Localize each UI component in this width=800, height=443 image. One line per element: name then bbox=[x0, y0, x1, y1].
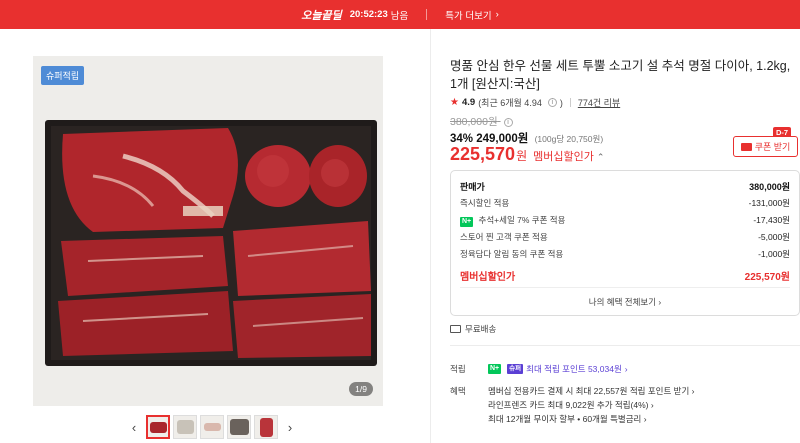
timer-suffix: 남음 bbox=[390, 10, 409, 22]
breakdown-final-row: 멤버십할인가 225,570원 bbox=[460, 268, 790, 283]
get-coupon-button[interactable]: 쿠폰 받기 bbox=[733, 136, 798, 157]
points-text: 최대 적립 포인트 53,034원 bbox=[526, 364, 622, 374]
star-icon: ★ bbox=[450, 97, 459, 108]
breakdown-row: N+ 추석+세일 7% 쿠폰 적용 -17,430원 bbox=[460, 214, 790, 227]
member-price-label: 멤버십할인가 bbox=[533, 151, 594, 163]
breakdown-label: 추석+세일 7% 쿠폰 적용 bbox=[478, 215, 566, 225]
shipping-label: 무료배송 bbox=[465, 324, 497, 334]
banner-divider bbox=[426, 9, 428, 20]
today-deal-badge: 오늘끝딜 bbox=[301, 9, 342, 22]
benefit-item[interactable]: 라인프렌즈 카드 최대 9,022원 추가 적립(4%) › bbox=[488, 399, 654, 411]
product-card: 슈퍼적립 1/9 ‹ › 명품 안심 한우 선물 세트 투뿔 소고기 설 추석 … bbox=[0, 29, 800, 443]
breakdown-value: -17,430원 bbox=[753, 215, 790, 225]
truck-icon bbox=[450, 325, 461, 333]
meat-gift-set-image bbox=[33, 56, 383, 406]
thumbnail-strip: ‹ › bbox=[125, 415, 299, 439]
rating-detail: (최근 6개월 4.94 bbox=[478, 98, 542, 108]
benefits-label: 혜택 bbox=[450, 386, 466, 396]
breakdown-value: 380,000원 bbox=[749, 182, 790, 192]
member-price-value: 225,570 bbox=[450, 144, 516, 164]
rating-score: 4.9 bbox=[461, 97, 476, 108]
image-counter: 1/9 bbox=[349, 382, 373, 396]
original-price-value: 380,000원 bbox=[450, 116, 498, 128]
coupon-label: 쿠폰 받기 bbox=[754, 142, 791, 152]
deal-banner[interactable]: 오늘끝딜 20:52:23 남음 특가 더보기 › bbox=[0, 0, 800, 29]
chevron-right-icon: › bbox=[624, 364, 628, 374]
breakdown-divider bbox=[460, 287, 790, 288]
product-title: 명품 안심 한우 선물 세트 투뿔 소고기 설 추석 명절 다이아, 1.2kg… bbox=[450, 59, 791, 91]
section-divider bbox=[450, 345, 800, 346]
points-label: 적립 bbox=[450, 364, 466, 374]
breakdown-label: 정육담다 알림 동의 쿠폰 적용 bbox=[460, 249, 564, 259]
naver-plus-badge: N+ bbox=[488, 364, 502, 374]
chevron-up-icon: ⌃ bbox=[596, 152, 605, 162]
naver-plus-badge: N+ bbox=[460, 217, 474, 227]
deal-timer: 20:52:23 bbox=[349, 9, 388, 20]
price-breakdown-box: 판매가 380,000원 즉시할인 적용 -131,000원 N+ 추석+세일 … bbox=[450, 170, 800, 316]
info-icon[interactable]: i bbox=[547, 98, 557, 107]
breakdown-label: 판매가 bbox=[460, 182, 485, 192]
thumbnail-2[interactable] bbox=[173, 415, 197, 439]
final-value: 225,570원 bbox=[744, 272, 790, 283]
breakdown-label-group: N+ 추석+세일 7% 쿠폰 적용 bbox=[460, 214, 565, 227]
rating-summary: ★ 4.9 (최근 6개월 4.94 i ) 774건 리뷰 bbox=[450, 96, 620, 109]
thumbnail-3[interactable] bbox=[200, 415, 224, 439]
view-all-benefits-link[interactable]: 나의 혜택 전체보기 › bbox=[451, 296, 799, 308]
rating-divider bbox=[569, 98, 571, 107]
final-label: 멤버십할인가 bbox=[460, 272, 516, 283]
more-deals-link[interactable]: 특가 더보기 › bbox=[445, 8, 499, 22]
original-price: 380,000원 i bbox=[450, 114, 513, 129]
super-reward-tag: 슈퍼적립 bbox=[41, 66, 85, 85]
max-points-link[interactable]: N+ 슈퍼 최대 적립 포인트 53,034원 › bbox=[488, 363, 628, 375]
thumbnail-1[interactable] bbox=[146, 415, 170, 439]
chevron-left-icon[interactable]: ‹ bbox=[125, 420, 143, 435]
breakdown-value: -1,000원 bbox=[758, 249, 790, 259]
breakdown-row: 정육담다 알림 동의 쿠폰 적용 -1,000원 bbox=[460, 248, 790, 260]
breakdown-row: 즉시할인 적용 -131,000원 bbox=[460, 197, 790, 209]
benefit-item[interactable]: 멤버십 전용카드 결제 시 최대 22,557원 적립 포인트 받기 › bbox=[488, 385, 695, 397]
benefit-item[interactable]: 최대 12개월 무이자 할부 • 60개월 특별금리 › bbox=[488, 413, 647, 425]
breakdown-value: -131,000원 bbox=[748, 198, 790, 208]
unit-price: (100g당 20,750원) bbox=[534, 134, 604, 144]
member-price-currency: 원 bbox=[516, 149, 528, 163]
rating-close: ) bbox=[559, 97, 563, 108]
chevron-right-icon: › bbox=[495, 9, 499, 20]
coupon-icon bbox=[740, 142, 752, 151]
thumbnail-5[interactable] bbox=[254, 415, 278, 439]
breakdown-value: -5,000원 bbox=[758, 232, 790, 242]
more-deals-label: 특가 더보기 bbox=[445, 10, 492, 22]
breakdown-label: 즉시할인 적용 bbox=[460, 198, 510, 208]
thumbnail-4[interactable] bbox=[227, 415, 251, 439]
breakdown-row: 판매가 380,000원 bbox=[460, 180, 790, 193]
product-main-image[interactable]: 슈퍼적립 1/9 bbox=[33, 56, 383, 406]
info-icon[interactable]: i bbox=[503, 117, 513, 127]
shipping-info: 무료배송 bbox=[450, 323, 496, 335]
super-badge: 슈퍼 bbox=[507, 364, 524, 374]
review-count-link[interactable]: 774건 리뷰 bbox=[578, 96, 620, 109]
breakdown-row: 스토어 찐 고객 쿠폰 적용 -5,000원 bbox=[460, 231, 790, 243]
column-divider bbox=[430, 29, 431, 443]
breakdown-label: 스토어 찐 고객 쿠폰 적용 bbox=[460, 232, 548, 242]
chevron-right-icon[interactable]: › bbox=[281, 420, 299, 435]
member-price-toggle[interactable]: 225,570 원 멤버십할인가 ⌃ bbox=[450, 144, 604, 165]
